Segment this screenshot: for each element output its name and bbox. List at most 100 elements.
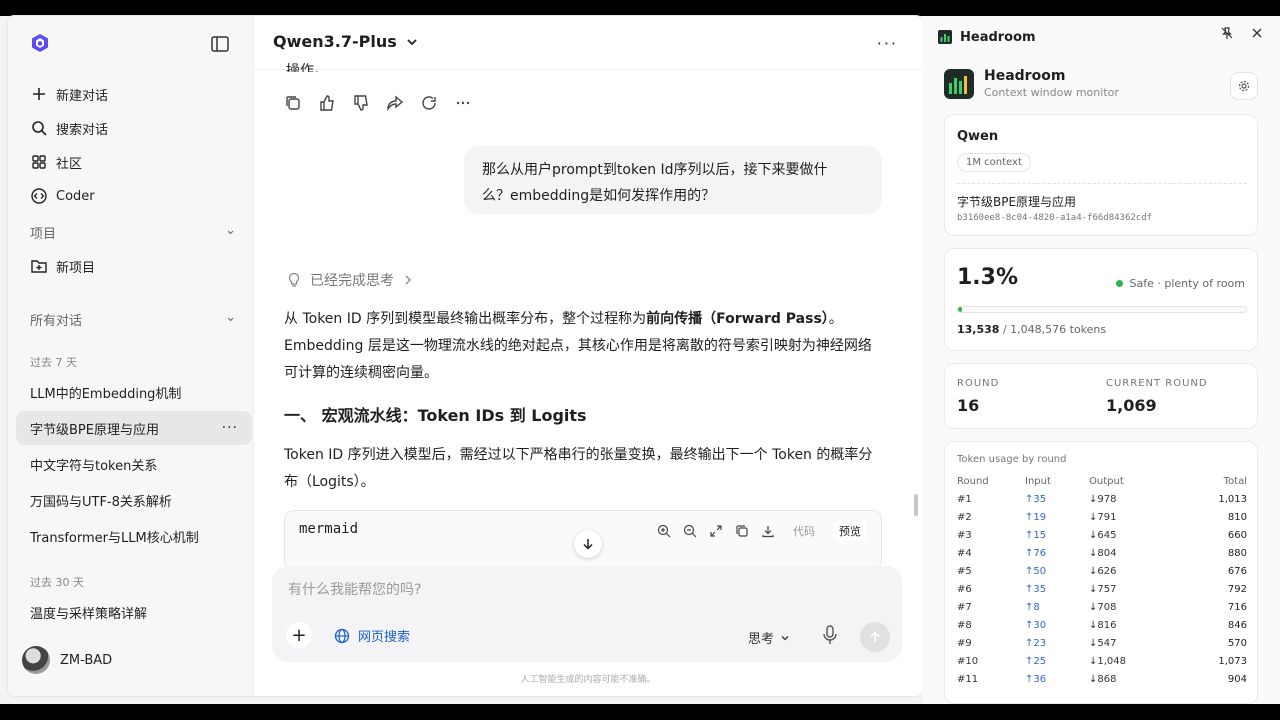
conversation-more-button[interactable]: ··· [222, 420, 238, 436]
conversation-item[interactable]: 万国码与UTF-8关系解析 [16, 483, 252, 517]
table-row: #8 ↑30 ↓816 846 [957, 616, 1247, 634]
cell-total: 716 [1227, 601, 1247, 613]
conversation-title: 万国码与UTF-8关系解析 [30, 494, 172, 510]
section-label: 项目 [30, 227, 57, 242]
table-row: #2 ↑19 ↓791 810 [957, 508, 1247, 526]
settings-button[interactable] [1230, 72, 1258, 100]
cell-output: ↓645 [1089, 529, 1117, 541]
web-search-label: 网页搜索 [358, 630, 411, 645]
folder-plus-icon [31, 260, 47, 273]
scrollbar[interactable] [914, 494, 918, 516]
table-row: #3 ↑15 ↓645 660 [957, 526, 1247, 544]
thinking-toggle[interactable]: 已经完成思考 [286, 270, 414, 290]
cell-total: 660 [1227, 529, 1247, 541]
cell-round: #8 [957, 619, 972, 631]
cell-total: 570 [1227, 637, 1247, 649]
cell-total: 1,013 [1218, 493, 1247, 505]
send-button[interactable] [860, 622, 890, 652]
download-icon[interactable] [761, 524, 775, 538]
scroll-to-bottom-button[interactable] [574, 530, 602, 558]
thinking-label: 已经完成思考 [310, 273, 394, 289]
cell-round: #5 [957, 565, 972, 577]
token-usage-card: Token usage by round Round Input Output … [944, 441, 1258, 704]
code-tab-preview[interactable]: 预览 [833, 521, 867, 541]
web-search-toggle[interactable]: 网页搜索 [334, 626, 410, 645]
status-dot [1116, 280, 1124, 287]
section-label: 所有对话 [30, 314, 83, 329]
previous-message-tail: 操作。 [286, 63, 328, 72]
attach-button[interactable]: + [286, 622, 312, 648]
cell-total: 1,073 [1218, 655, 1247, 667]
lightbulb-icon [288, 272, 300, 287]
sidebar-item-new-chat[interactable]: 新建对话 [30, 82, 108, 106]
conversation-item[interactable]: 中文字符与token关系 [16, 447, 252, 481]
microphone-icon[interactable] [820, 624, 840, 646]
headroom-panel: Headroom Headroom Context window monitor… [922, 16, 1280, 704]
cell-input: ↑15 [1025, 529, 1047, 541]
sidebar-item-community[interactable]: 社区 [30, 150, 82, 174]
chevron-down-icon [781, 635, 789, 640]
more-horizontal-icon[interactable] [454, 94, 472, 112]
sidebar-item-new-project[interactable]: 新项目 [30, 254, 95, 278]
all-chats-section[interactable]: 所有对话 ⌄ [30, 310, 236, 329]
conversation-item[interactable]: LLM中的Embedding机制 [16, 375, 252, 409]
thumbs-down-icon[interactable] [352, 94, 370, 112]
thinking-mode-selector[interactable]: 思考 [748, 628, 790, 647]
arrow-down-icon [583, 539, 593, 550]
panel-title: Headroom [960, 29, 1036, 45]
screen: 新建对话 搜索对话 社区 Coder 项目 ⌄ 新项目 所有对话 ⌄ 过去 7 … [0, 16, 1280, 704]
answer-paragraph: Token ID 序列进入模型后，需经过以下严格串行的张量变换，最终输出下一个 … [284, 447, 873, 490]
table-row: #5 ↑50 ↓626 676 [957, 562, 1247, 580]
cell-input: ↑36 [1025, 673, 1047, 685]
arrow-up-icon [870, 631, 880, 642]
conversation-item-active[interactable]: 字节级BPE原理与应用 ··· [16, 411, 252, 445]
cell-output: ↓791 [1089, 511, 1117, 523]
model-info-card: Qwen 1M context 字节级BPE原理与应用 b3160ee8-8c0… [944, 114, 1258, 236]
share-icon[interactable] [386, 94, 404, 112]
user-profile[interactable]: ZM-BAD [22, 646, 112, 674]
projects-section[interactable]: 项目 ⌄ [30, 223, 236, 242]
answer-heading: 一、 宏观流水线：Token IDs 到 Logits [284, 406, 587, 425]
expand-icon[interactable] [709, 524, 723, 538]
column-header: Round [957, 475, 989, 487]
cell-output: ↓626 [1089, 565, 1117, 577]
zoom-out-icon[interactable] [683, 524, 697, 538]
table-row: #6 ↑35 ↓757 792 [957, 580, 1247, 598]
app-logo-icon[interactable] [28, 32, 52, 56]
sidebar-toggle-icon[interactable] [210, 34, 230, 54]
cell-round: #1 [957, 493, 972, 505]
cell-output: ↓547 [1089, 637, 1117, 649]
regenerate-icon[interactable] [420, 94, 438, 112]
usage-progress-fill [958, 307, 962, 312]
zoom-in-icon[interactable] [657, 524, 671, 538]
conversation-item[interactable]: 温度与采样策略详解 [16, 595, 252, 629]
thinking-mode-label: 思考 [748, 632, 775, 647]
current-round-value: 1,069 [1106, 396, 1157, 415]
conversation-item[interactable]: Transformer与LLM核心机制 [16, 519, 252, 553]
chat-app-window: 新建对话 搜索对话 社区 Coder 项目 ⌄ 新项目 所有对话 ⌄ 过去 7 … [8, 16, 922, 696]
code-tab-code[interactable]: 代码 [787, 521, 821, 541]
pin-off-icon[interactable] [1220, 26, 1234, 40]
usage-progress-bar [957, 306, 1247, 313]
copy-icon[interactable] [284, 94, 302, 112]
cell-round: #9 [957, 637, 972, 649]
plus-icon [33, 88, 45, 100]
chat-header: Qwen3.7-Plus 操作。 ··· [254, 16, 922, 72]
thumbs-up-icon[interactable] [318, 94, 336, 112]
model-name: Qwen [957, 129, 999, 144]
sidebar-item-label: 新建对话 [56, 88, 109, 104]
copy-icon[interactable] [735, 524, 749, 538]
conversation-title: 字节级BPE原理与应用 [30, 422, 159, 438]
bold-text: 前向传播（Forward Pass） [646, 311, 829, 327]
search-icon [32, 121, 47, 136]
message-input[interactable] [288, 582, 848, 598]
model-selector[interactable]: Qwen3.7-Plus [273, 32, 419, 51]
more-options-button[interactable]: ··· [877, 34, 898, 53]
usage-percent: 1.3% [957, 265, 1019, 290]
cell-round: #11 [957, 673, 979, 685]
sidebar-item-search[interactable]: 搜索对话 [30, 116, 108, 140]
sidebar-item-coder[interactable]: Coder [30, 184, 95, 208]
close-icon[interactable] [1250, 26, 1264, 40]
chevron-down-icon [407, 38, 417, 45]
conversation-title: 字节级BPE原理与应用 [957, 195, 1077, 209]
